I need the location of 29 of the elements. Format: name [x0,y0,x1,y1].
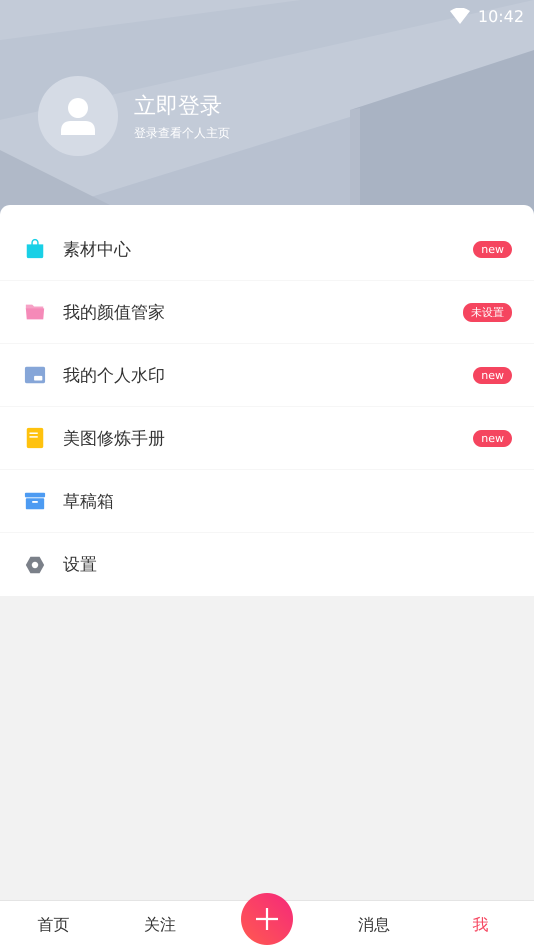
archive-box-icon [24,490,46,512]
nav-tab[interactable]: 首页 [31,910,76,940]
plus-icon [254,907,279,931]
shopping-bag-icon [24,238,46,260]
menu-item[interactable]: 素材中心 new [0,218,534,281]
nav-tab[interactable]: 我 [466,910,495,940]
menu-item[interactable]: 草稿箱 [0,470,534,533]
menu-label: 我的颜值管家 [63,302,166,324]
menu-badge: new [473,240,512,258]
menu-badge: 未设置 [463,302,512,322]
menu-label: 我的个人水印 [63,364,166,386]
person-icon [60,97,96,135]
menu-label: 素材中心 [63,238,132,260]
menu-label: 美图修炼手册 [63,428,166,450]
menu-item[interactable]: 美图修炼手册 new [0,407,534,470]
menu-label: 设置 [63,554,98,576]
menu-item[interactable]: 我的颜值管家 未设置 [0,281,534,344]
menu-badge: new [473,366,512,384]
wifi-icon [450,8,470,24]
menu-item[interactable]: 我的个人水印 new [0,344,534,407]
menu-label: 草稿箱 [63,490,115,512]
nav-tab[interactable]: 关注 [138,910,182,940]
menu-badge: new [473,430,512,446]
status-time: 10:42 [478,6,524,26]
login-subtitle: 登录查看个人主页 [134,124,230,142]
nav-tab[interactable]: 消息 [352,910,396,940]
notebook-icon [24,427,46,449]
image-card-icon [24,364,46,386]
menu-item[interactable]: 设置 [0,533,534,596]
